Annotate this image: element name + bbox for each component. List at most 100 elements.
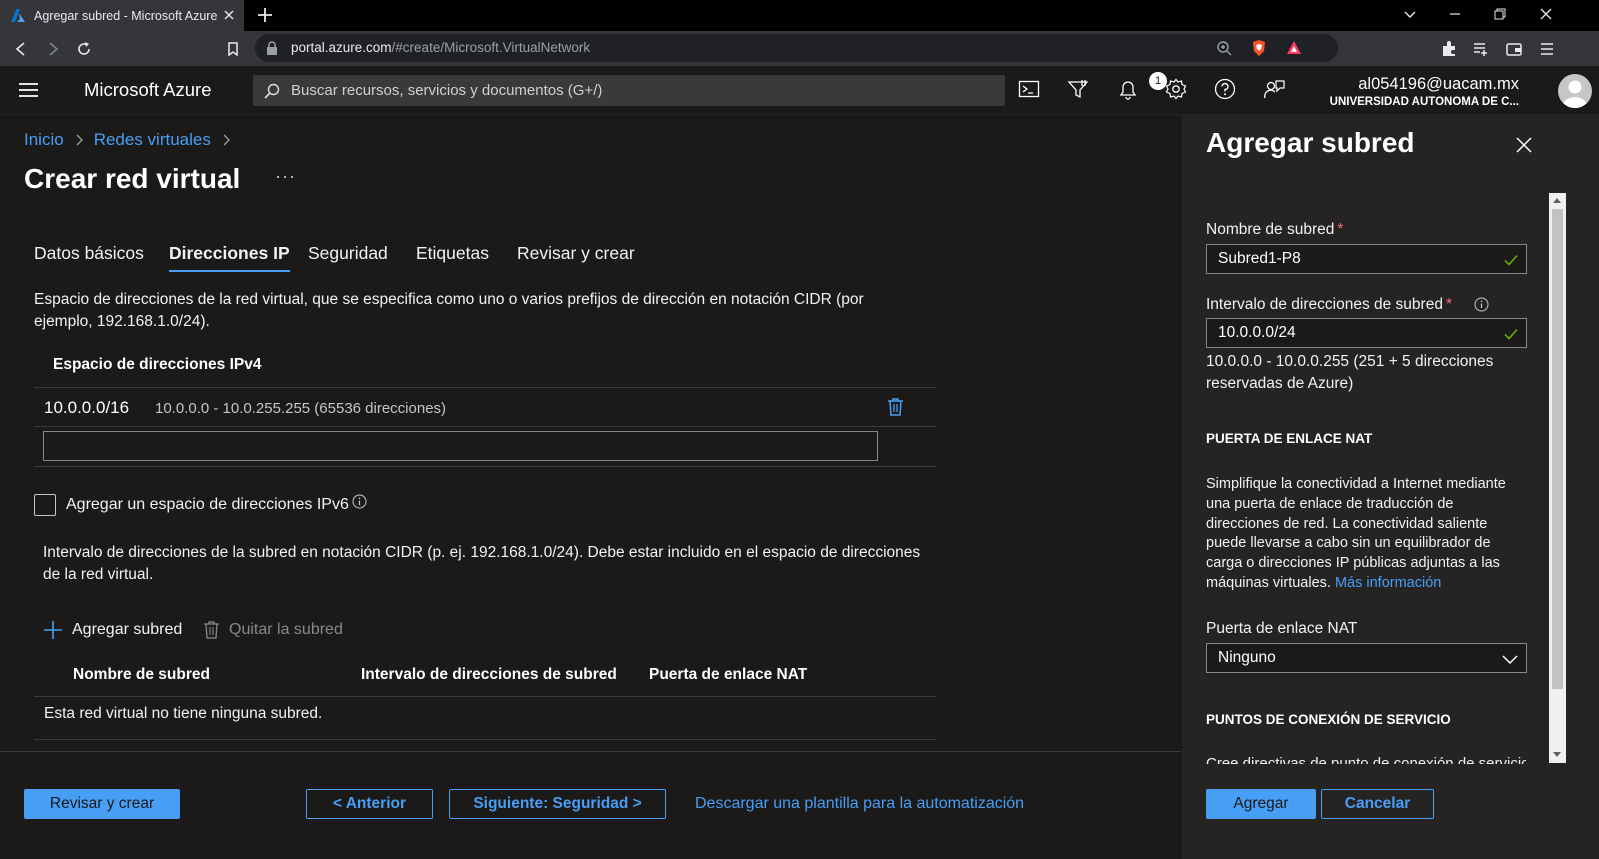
menu-icon[interactable]	[1538, 40, 1556, 58]
browser-tab-bar: Agregar subred - Microsoft Azure	[0, 0, 1599, 31]
column-header-nat-gateway[interactable]: Puerta de enlace NAT	[649, 666, 807, 684]
nat-gateway-dropdown[interactable]: Ninguno	[1206, 643, 1527, 673]
add-subnet-panel: Agregar subred Nombre de subred * Subred1…	[1182, 115, 1599, 859]
reload-icon[interactable]	[75, 40, 93, 58]
extensions-icon[interactable]	[1440, 40, 1458, 58]
url-text: portal.azure.com/#create/Microsoft.Virtu…	[291, 40, 591, 55]
close-tab-icon[interactable]	[222, 8, 236, 22]
remove-subnet-button[interactable]: Quitar la subred	[203, 620, 343, 640]
address-space-value: 10.0.0.0/16	[44, 398, 130, 417]
feedback-icon[interactable]	[1263, 78, 1285, 100]
next-security-button[interactable]: Siguiente: Seguridad >	[449, 789, 666, 819]
avatar[interactable]	[1558, 74, 1592, 108]
lock-icon	[266, 41, 278, 55]
back-icon[interactable]	[12, 40, 30, 58]
address-space-description: Espacio de direcciones de la red virtual…	[34, 291, 864, 330]
subnet-name-field[interactable]: Subred1-P8	[1206, 244, 1527, 274]
delete-address-trash-icon[interactable]	[887, 397, 904, 417]
scroll-down-icon[interactable]	[1553, 752, 1561, 757]
download-template-link[interactable]: Descargar una plantilla para la automati…	[695, 795, 1024, 813]
panel-scrollbar[interactable]	[1549, 193, 1566, 763]
help-icon[interactable]	[1214, 78, 1236, 100]
ipv4-header: Espacio de direcciones IPv4	[53, 356, 262, 373]
breadcrumb-virtual-networks-link[interactable]: Redes virtuales	[94, 130, 211, 150]
chevron-right-icon	[221, 133, 231, 147]
global-search[interactable]	[253, 75, 1005, 106]
review-create-button[interactable]: Revisar y crear	[24, 789, 180, 819]
notifications-bell-icon[interactable]	[1117, 78, 1139, 100]
brand-title[interactable]: Microsoft Azure	[84, 79, 212, 101]
address-range-info: 10.0.0.0 - 10.0.0.255 (251 + 5 direccion…	[1206, 353, 1494, 392]
learn-more-link[interactable]: Más información	[1335, 575, 1441, 591]
reading-list-icon[interactable]	[1472, 40, 1490, 58]
new-tab-icon[interactable]	[256, 6, 274, 24]
url-bar[interactable]: portal.azure.com/#create/Microsoft.Virtu…	[255, 34, 1338, 62]
brave-rewards-icon[interactable]	[1286, 40, 1302, 56]
service-endpoints-heading: PUNTOS DE CONEXIÓN DE SERVICIO	[1206, 712, 1451, 727]
chevron-down-icon	[1502, 652, 1518, 666]
more-options-icon[interactable]: ···	[275, 166, 296, 187]
ipv6-checkbox-label[interactable]: Agregar un espacio de direcciones IPv6	[66, 496, 349, 514]
close-window-icon[interactable]	[1538, 6, 1554, 22]
scroll-up-icon[interactable]	[1553, 198, 1561, 203]
account-organization[interactable]: UNIVERSIDAD AUTONOMA DE C...	[1330, 96, 1519, 108]
search-input[interactable]	[291, 75, 991, 106]
account-email[interactable]: al054196@uacam.mx	[1358, 75, 1519, 94]
zoom-icon[interactable]	[1216, 40, 1232, 56]
close-icon[interactable]	[1515, 136, 1533, 154]
add-button[interactable]: Agregar	[1206, 789, 1316, 819]
divider	[34, 426, 936, 427]
panel-title: Agregar subred	[1206, 127, 1415, 158]
column-header-subnet-name[interactable]: Nombre de subred	[73, 666, 210, 684]
browser-toolbar: portal.azure.com/#create/Microsoft.Virtu…	[0, 31, 1599, 66]
info-icon[interactable]	[1474, 297, 1489, 312]
column-header-address-range[interactable]: Intervalo de direcciones de subred	[361, 666, 617, 684]
divider	[34, 696, 936, 697]
tab-ip-addresses[interactable]: Direcciones IP	[169, 243, 290, 272]
portal-menu-icon[interactable]	[19, 82, 38, 98]
browser-tab[interactable]: Agregar subred - Microsoft Azure	[0, 0, 244, 31]
minimize-icon[interactable]	[1447, 6, 1463, 22]
directory-filter-icon[interactable]	[1067, 78, 1089, 100]
address-space-range: 10.0.0.0 - 10.0.255.255 (65536 direccion…	[155, 400, 447, 417]
empty-subnets-message: Esta red virtual no tiene ninguna subred…	[44, 705, 323, 722]
azure-top-bar: Microsoft Azure 1 al054196@uacam.mx UNIV…	[0, 66, 1599, 115]
azure-favicon-icon	[11, 9, 25, 22]
add-subnet-button[interactable]: Agregar subred	[43, 620, 182, 640]
breadcrumb-home-link[interactable]: Inicio	[24, 130, 64, 150]
checkmark-icon	[1503, 326, 1519, 342]
plus-icon	[43, 620, 63, 640]
cancel-button[interactable]: Cancelar	[1321, 789, 1434, 819]
address-range-field[interactable]: 10.0.0.0/24	[1206, 318, 1527, 348]
previous-button[interactable]: < Anterior	[306, 789, 433, 819]
ipv6-checkbox[interactable]	[34, 494, 56, 516]
bookmark-icon[interactable]	[224, 40, 242, 58]
footer-divider	[0, 751, 1181, 752]
scrollbar-thumb[interactable]	[1552, 209, 1563, 689]
nat-gateway-label: Puerta de enlace NAT	[1206, 620, 1358, 637]
brave-shield-icon[interactable]	[1251, 39, 1267, 57]
breadcrumb: Inicio Redes virtuales	[24, 130, 241, 150]
info-icon[interactable]	[352, 494, 367, 509]
restore-icon[interactable]	[1492, 6, 1508, 22]
nat-description: Simplifique la conectividad a Internet m…	[1206, 476, 1506, 591]
tab-review-create[interactable]: Revisar y crear	[517, 243, 635, 264]
browser-tab-title: Agregar subred - Microsoft Azure	[34, 8, 217, 23]
address-range-label: Intervalo de direcciones de subred *	[1206, 296, 1452, 313]
new-address-space-input[interactable]	[43, 431, 878, 461]
trash-icon	[203, 620, 220, 640]
nat-section-heading: PUERTA DE ENLACE NAT	[1206, 431, 1373, 446]
forward-icon[interactable]	[44, 40, 62, 58]
checkmark-icon	[1503, 252, 1519, 268]
wallet-icon[interactable]	[1505, 40, 1523, 58]
cloud-shell-icon[interactable]	[1018, 78, 1040, 100]
divider	[34, 466, 936, 467]
page-title: Crear red virtual	[24, 163, 241, 194]
tab-basics[interactable]: Datos básicos	[34, 243, 144, 264]
tab-tags[interactable]: Etiquetas	[416, 243, 489, 264]
settings-gear-icon[interactable]	[1165, 78, 1187, 100]
tab-security[interactable]: Seguridad	[308, 243, 388, 264]
tab-search-chevron-icon[interactable]	[1402, 6, 1418, 22]
clipped-service-text: Cree directivas de punto de conexión de …	[1206, 755, 1526, 764]
subnet-name-label: Nombre de subred *	[1206, 221, 1344, 238]
